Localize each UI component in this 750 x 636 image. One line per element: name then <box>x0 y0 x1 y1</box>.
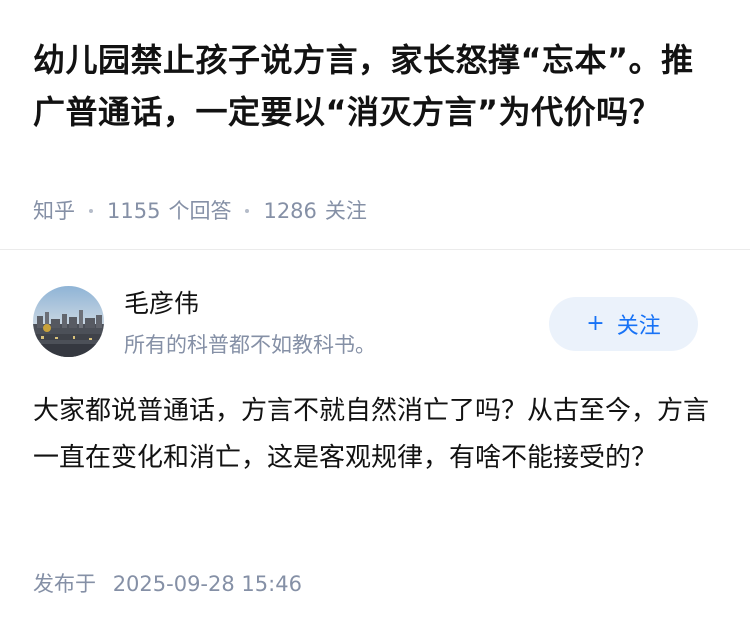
author-name[interactable]: 毛彦伟 <box>124 288 199 320</box>
author-bio: 所有的科普都不如教科书。 <box>124 333 376 357</box>
publish-label: 发布于 <box>33 572 96 596</box>
follower-count: 1286 <box>263 199 317 223</box>
dot-separator-icon <box>245 209 250 213</box>
answer-count-label: 个回答 <box>168 199 232 223</box>
follower-count-label: 关注 <box>324 199 367 223</box>
avatar-cityscape-image <box>33 286 104 357</box>
answer-text[interactable]: 大家都说普通话，方言不就自然消亡了吗？从古至今，方言一直在变化和消亡，这是客观规… <box>33 388 723 482</box>
question-header: 幼儿园禁止孩子说方言，家长怒撑“忘本”。推广普通话，一定要以“消灭方言”为代价吗… <box>0 0 750 249</box>
publish-info: 发布于 2025-09-28 15:46 <box>33 568 302 600</box>
dot-separator-icon <box>89 209 93 213</box>
page: 幼儿园禁止孩子说方言，家长怒撑“忘本”。推广普通话，一定要以“消灭方言”为代价吗… <box>0 0 750 636</box>
question-meta: 知乎 1155 个回答 1286 关注 <box>33 196 367 226</box>
source-label[interactable]: 知乎 <box>33 196 75 226</box>
section-divider <box>0 249 750 250</box>
author-avatar[interactable] <box>33 286 104 357</box>
publish-datetime: 2025-09-28 15:46 <box>112 572 302 596</box>
follow-button[interactable]: + 关注 <box>549 297 698 351</box>
question-title[interactable]: 幼儿园禁止孩子说方言，家长怒撑“忘本”。推广普通话，一定要以“消灭方言”为代价吗… <box>33 34 723 138</box>
answer-count: 1155 <box>107 199 161 223</box>
plus-icon: + <box>586 311 605 336</box>
follow-button-label: 关注 <box>616 314 661 339</box>
